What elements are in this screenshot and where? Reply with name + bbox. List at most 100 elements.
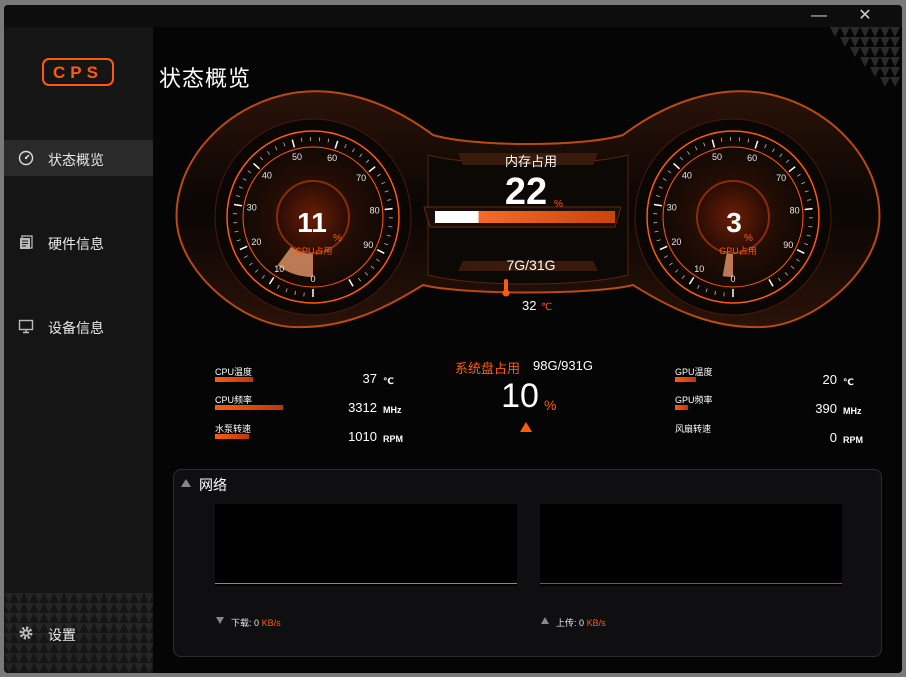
pump-speed-unit: RPM (383, 434, 403, 444)
pattern-triangle (34, 603, 44, 613)
cpu-usage-unit: % (333, 233, 342, 244)
minimize-icon: — (811, 7, 827, 24)
fan-speed-unit: RPM (843, 435, 863, 445)
gauge-tick-label: 40 (682, 171, 692, 181)
pump-speed-bar (215, 434, 249, 439)
pattern-triangle (124, 653, 134, 663)
pattern-triangle (74, 603, 84, 613)
settings-label: 设置 (48, 627, 76, 643)
temperature-unit: ℃ (541, 302, 553, 313)
pattern-triangle (124, 663, 134, 673)
gauge-tick (384, 207, 393, 211)
pattern-triangle (84, 663, 94, 673)
download-label: 下载: 0 KB/s (231, 616, 281, 629)
pattern-triangle (890, 57, 900, 67)
triangle-up-icon (520, 422, 532, 432)
pattern-triangle (880, 27, 890, 37)
monitor-icon (18, 319, 34, 334)
pattern-triangle (14, 593, 24, 603)
sidebar-item-hardware[interactable]: 硬件信息 (4, 224, 153, 260)
pattern-triangle (14, 653, 24, 663)
cpu-usage-value: 11 (297, 207, 327, 238)
download-label-text: 下载: (231, 618, 252, 628)
pattern-triangle (4, 603, 14, 613)
gauge-tick-label: 0 (310, 274, 315, 284)
gauge-tick (808, 226, 813, 228)
cpu-usage-label: CPU占用 (295, 246, 333, 256)
pattern-triangle (860, 47, 870, 57)
gauge-tick-label: 50 (712, 152, 722, 162)
pattern-triangle (74, 653, 84, 663)
sidebar-item-device[interactable]: 设备信息 (4, 308, 153, 344)
pattern-triangle (134, 663, 144, 673)
gauge-tick-label: 30 (247, 202, 257, 212)
cpu-freq-value: 3312 (348, 400, 377, 415)
gauge-tick-label: 60 (747, 153, 757, 163)
cpu-temp-bar (215, 377, 254, 382)
pattern-triangle (44, 603, 54, 613)
pattern-triangle (24, 663, 34, 673)
pattern-triangle (870, 67, 880, 77)
settings-button[interactable]: 设置 (4, 615, 153, 651)
memory-title: 内存占用 (504, 154, 557, 169)
gauge-tick (388, 226, 393, 228)
download-value: 0 (254, 618, 260, 628)
gauge-tick-label: 70 (356, 173, 366, 183)
sidebar-item-overview[interactable]: 状态概览 (4, 140, 153, 176)
pattern-triangle (890, 67, 900, 77)
pattern-triangle (34, 653, 44, 663)
network-panel: 网络 下载: 0 KB/s 上传: 0 KB/s (173, 469, 882, 657)
pattern-triangle (114, 593, 124, 603)
fan-speed-label: 风扇转速 (675, 424, 712, 434)
pattern-triangle (870, 27, 880, 37)
pattern-triangle (84, 593, 94, 603)
pattern-triangle (34, 663, 44, 673)
pattern-triangle (64, 653, 74, 663)
upload-value: 0 (579, 618, 585, 628)
pattern-triangle (104, 603, 114, 613)
pattern-triangle (840, 27, 850, 37)
sidebar-item-label: 设备信息 (48, 320, 104, 336)
download-arrow-icon (216, 617, 224, 624)
pattern-triangle (850, 37, 860, 47)
collapse-triangle-icon[interactable] (180, 478, 192, 488)
pattern-triangle (134, 653, 144, 663)
gauge-tick-label: 0 (730, 274, 735, 284)
sidebar: CPS 状态概览 硬件信息 设备信息 设置 (4, 27, 153, 673)
disk-usage-unit: % (544, 397, 557, 413)
disk-usage-value: 10 (501, 377, 539, 415)
pattern-triangle (104, 663, 114, 673)
pattern-triangle (870, 37, 880, 47)
pattern-triangle (44, 663, 54, 673)
pattern-triangle (134, 593, 144, 603)
pattern-triangle (44, 593, 54, 603)
network-title: 网络 (199, 477, 227, 493)
gpu-temp-bar (675, 377, 697, 382)
gpu-temp-unit: ℃ (843, 377, 854, 387)
pattern-triangle (94, 603, 104, 613)
pattern-triangle (124, 603, 134, 613)
disk-usage-amount: 98G/931G (533, 358, 593, 373)
memory-usage-amount: 7G/31G (506, 257, 556, 273)
gear-icon (19, 626, 33, 640)
pattern-triangle (94, 653, 104, 663)
upload-label-text: 上传: (556, 618, 577, 628)
gauge-tick-label: 70 (776, 173, 786, 183)
close-icon: ✕ (858, 7, 872, 24)
sidebar-item-label: 状态概览 (48, 152, 104, 168)
cpu-temp-unit: ℃ (383, 376, 394, 386)
upload-chart (540, 504, 842, 586)
svg-text:CPS: CPS (53, 63, 103, 82)
pattern-triangle (64, 593, 74, 603)
minimize-button[interactable]: — (804, 5, 834, 27)
pattern-triangle (54, 603, 64, 613)
pattern-triangle (54, 593, 64, 603)
pattern-triangle (74, 593, 84, 603)
pattern-triangle (860, 27, 870, 37)
pattern-triangle (890, 27, 900, 37)
pattern-triangle (44, 653, 54, 663)
pattern-triangle (64, 663, 74, 673)
gpu-freq-bar (675, 405, 688, 410)
download-unit: KB/s (261, 618, 281, 628)
close-button[interactable]: ✕ (850, 5, 880, 27)
